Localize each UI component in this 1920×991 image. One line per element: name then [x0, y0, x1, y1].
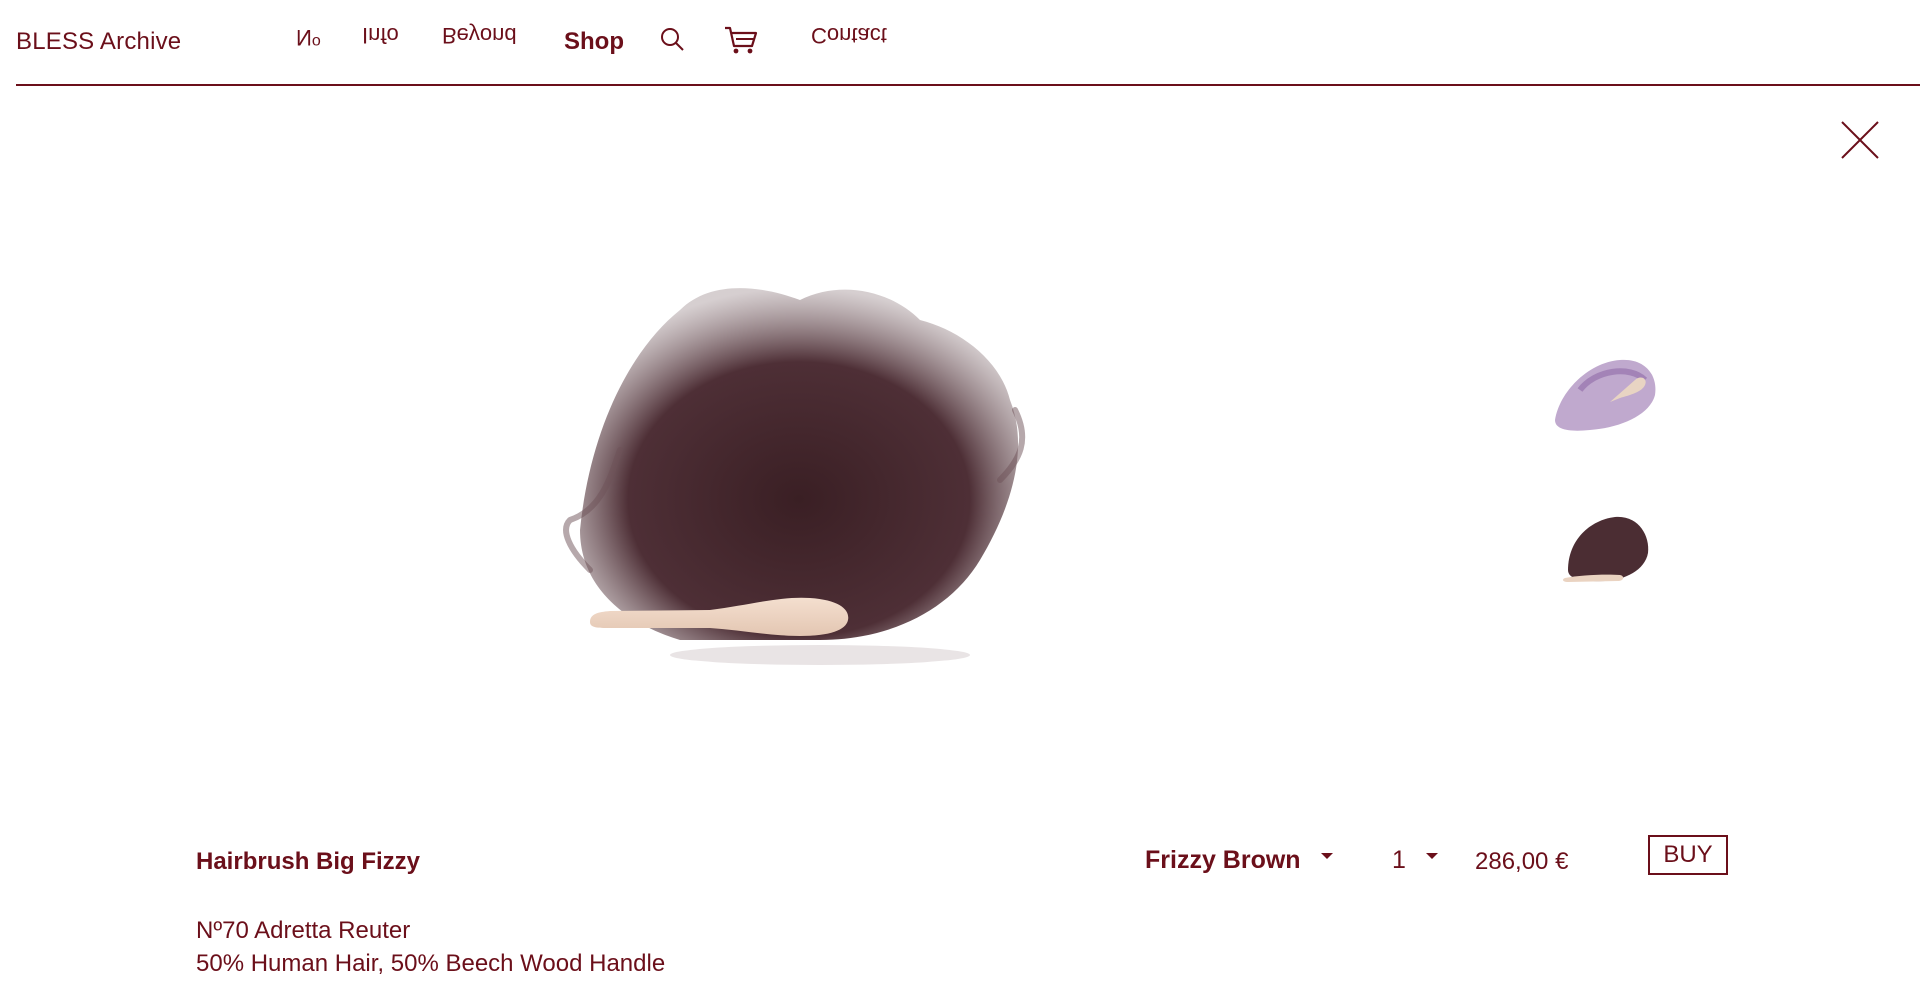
cart-icon — [725, 26, 758, 54]
nav-item-info[interactable]: Info — [362, 22, 399, 48]
quantity-select[interactable]: 1 — [1392, 846, 1438, 875]
thumbnail-frizzy-brown[interactable] — [1550, 505, 1660, 595]
nav-item-no-label: No — [296, 25, 321, 50]
site-header: BLESS Archive No Info Beyond Shop Contac… — [0, 0, 1920, 86]
product-description: Nº70 Adretta Reuter 50% Human Hair, 50% … — [196, 914, 665, 980]
nav-item-beyond[interactable]: Beyond — [442, 22, 517, 48]
search-icon — [661, 28, 684, 51]
nav-item-no[interactable]: No — [296, 24, 321, 50]
nav-item-contact[interactable]: Contact — [811, 22, 887, 48]
nav-item-shop[interactable]: Shop — [564, 28, 624, 56]
cart-button[interactable] — [723, 24, 759, 56]
close-button[interactable] — [1840, 120, 1880, 160]
variant-select[interactable]: Frizzy Brown — [1145, 846, 1333, 875]
brand-logo-link[interactable]: BLESS Archive — [16, 28, 181, 56]
quantity-select-value: 1 — [1392, 846, 1406, 874]
product-subtitle: Nº70 Adretta Reuter — [196, 917, 411, 944]
close-icon — [1841, 121, 1879, 159]
header-divider — [16, 84, 1920, 86]
product-title: Hairbrush Big Fizzy — [196, 848, 421, 875]
product-material: 50% Human Hair, 50% Beech Wood Handle — [196, 950, 666, 977]
chevron-down-icon — [1425, 852, 1438, 859]
variant-select-value: Frizzy Brown — [1145, 846, 1301, 874]
chevron-down-icon — [1320, 852, 1333, 859]
thumbnail-lilac[interactable] — [1550, 350, 1660, 440]
product-price: 286,00 € — [1475, 848, 1569, 875]
buy-button[interactable]: BUY — [1648, 835, 1728, 875]
product-main-image — [560, 280, 1120, 680]
search-button[interactable] — [659, 26, 685, 52]
